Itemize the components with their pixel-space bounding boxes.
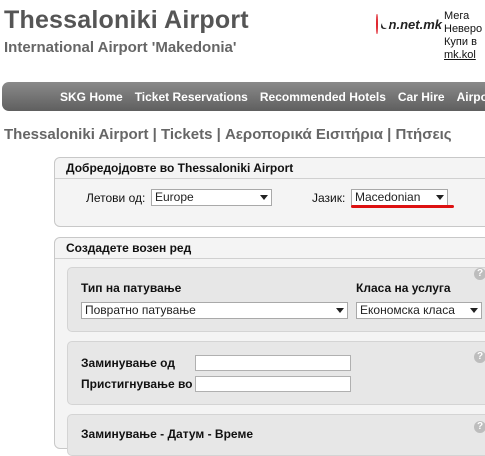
- trip-type-select[interactable]: Повратно патување: [81, 302, 348, 319]
- help-icon[interactable]: ?: [474, 268, 485, 280]
- ad-line: Неверо: [444, 23, 483, 35]
- welcome-panel-title: Добредојдовте во Thessaloniki Airport: [55, 158, 485, 179]
- chevron-down-icon: [470, 308, 478, 313]
- help-icon[interactable]: ?: [474, 351, 485, 363]
- ad-line: Мега: [444, 10, 470, 22]
- date-time-label: Заминување - Датум - Време: [81, 427, 253, 441]
- nav-items: SKG Home Ticket Reservations Recommended…: [2, 82, 485, 111]
- class-select[interactable]: Економска класа: [356, 302, 482, 319]
- help-icon[interactable]: ?: [474, 421, 485, 433]
- ad-line: Купи в: [444, 36, 477, 48]
- trip-type-label: Тип на патување: [81, 281, 182, 295]
- class-label: Класа на услуга: [356, 281, 451, 295]
- departure-input[interactable]: [195, 355, 351, 371]
- departure-label: Заминување од: [81, 356, 175, 370]
- route-box: [67, 341, 485, 405]
- language-label: Јазик:: [312, 191, 346, 205]
- language-value: Macedonian: [355, 190, 421, 204]
- site-subtitle: International Airport 'Makedonia': [4, 39, 237, 56]
- main-navbar: SKG Home Ticket Reservations Recommended…: [2, 82, 485, 111]
- nav-item-car-hire[interactable]: Car Hire: [398, 90, 445, 104]
- nav-item-recommended-hotels[interactable]: Recommended Hotels: [260, 90, 386, 104]
- arrival-input[interactable]: [195, 376, 351, 392]
- trip-type-value: Повратно патување: [85, 303, 196, 317]
- chevron-down-icon: [336, 308, 344, 313]
- arrival-label: Пристигнување во: [81, 377, 193, 391]
- flights-from-value: Europe: [155, 190, 194, 204]
- trip-options-box: [67, 267, 485, 332]
- chevron-down-icon: [260, 195, 268, 200]
- flights-from-select[interactable]: Europe: [151, 189, 272, 206]
- page-headline: Thessaloniki Airport | Tickets | Αεροπορ…: [4, 126, 452, 143]
- chevron-down-icon: [436, 195, 444, 200]
- itinerary-panel-title: Создадете возен ред: [55, 238, 485, 259]
- highlight-underline: [351, 205, 454, 208]
- site-title: Thessaloniki Airport: [4, 6, 249, 34]
- ad-link[interactable]: mk.kol: [444, 49, 485, 62]
- language-select[interactable]: Macedonian: [351, 189, 448, 206]
- ad-text[interactable]: Мега Неверо Купи в mk.kol: [444, 10, 485, 62]
- nav-item-airport[interactable]: Airport: [457, 90, 485, 104]
- class-value: Економска класа: [360, 303, 455, 317]
- ad-logo[interactable]: on.net.mk: [376, 13, 442, 35]
- nav-item-skg-home[interactable]: SKG Home: [60, 90, 123, 104]
- flights-from-label: Летови од:: [86, 191, 146, 205]
- ad-logo-icon: [376, 14, 388, 34]
- nav-item-ticket-reservations[interactable]: Ticket Reservations: [135, 90, 248, 104]
